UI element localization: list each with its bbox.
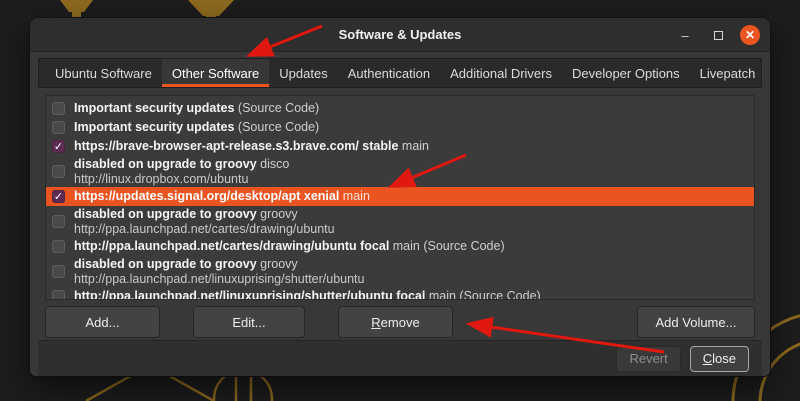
source-checkbox[interactable]: ✓ [52,215,65,228]
source-checkbox[interactable]: ✓ [52,102,65,115]
add-volume-button[interactable]: Add Volume... [637,306,755,338]
tab-additional-drivers[interactable]: Additional Drivers [440,59,562,87]
remove-button[interactable]: Remove [338,306,453,338]
dialog-content: Ubuntu Software Other Software Updates A… [30,52,770,376]
tab-developer-options[interactable]: Developer Options [562,59,690,87]
close-button[interactable]: Close [690,346,749,372]
tab-other-software[interactable]: Other Software [162,59,269,87]
source-checkbox[interactable]: ✓ [52,140,65,153]
source-row-cartes[interactable]: ✓ http://ppa.launchpad.net/cartes/drawin… [46,237,754,256]
source-checkbox[interactable]: ✓ [52,290,65,300]
source-row-cartes-disabled[interactable]: ✓ disabled on upgrade to groovy groovy h… [46,206,754,237]
source-checkbox[interactable]: ✓ [52,240,65,253]
tab-authentication[interactable]: Authentication [338,59,440,87]
source-checkbox[interactable]: ✓ [52,190,65,203]
add-button[interactable]: Add... [45,306,160,338]
source-checkbox[interactable]: ✓ [52,265,65,278]
source-row-shutter-disabled[interactable]: ✓ disabled on upgrade to groovy groovy h… [46,256,754,287]
software-sources-list[interactable]: ✓ Important security updates (Source Cod… [45,95,755,300]
source-checkbox[interactable]: ✓ [52,165,65,178]
source-row-brave[interactable]: ✓ https://brave-browser-apt-release.s3.b… [46,137,754,156]
source-actions: Add... Edit... Remove Add Volume... [45,306,755,338]
window-controls: – ✕ [674,18,760,52]
window-close-icon[interactable]: ✕ [740,25,760,45]
window-title: Software & Updates [339,27,462,42]
edit-button[interactable]: Edit... [193,306,305,338]
source-row[interactable]: ✓ Important security updates (Source Cod… [46,118,754,137]
source-row[interactable]: ✓ Important security updates (Source Cod… [46,99,754,118]
tab-updates[interactable]: Updates [269,59,337,87]
source-row-signal-selected[interactable]: ✓ https://updates.signal.org/desktop/apt… [46,187,754,206]
source-checkbox[interactable]: ✓ [52,121,65,134]
revert-button[interactable]: Revert [616,346,680,372]
software-updates-window: Software & Updates – ✕ Ubuntu Software O… [30,18,770,376]
tab-ubuntu-software[interactable]: Ubuntu Software [45,59,162,87]
titlebar[interactable]: Software & Updates – ✕ [30,18,770,52]
source-row-dropbox[interactable]: ✓ disabled on upgrade to groovy disco ht… [46,156,754,187]
source-row-shutter[interactable]: ✓ http://ppa.launchpad.net/linuxuprising… [46,287,754,300]
minimize-icon[interactable]: – [674,24,696,46]
maximize-icon[interactable] [707,24,729,46]
tab-livepatch[interactable]: Livepatch [690,59,766,87]
tab-bar: Ubuntu Software Other Software Updates A… [38,58,762,88]
dialog-footer: Revert Close [38,340,762,376]
